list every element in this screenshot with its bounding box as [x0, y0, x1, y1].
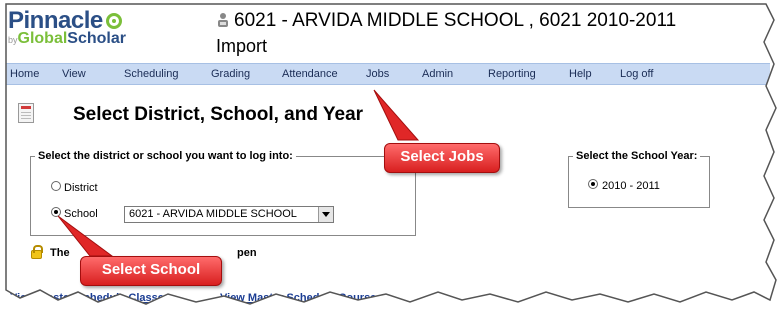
- logo-sub-scholar: Scholar: [67, 30, 126, 47]
- page-title: Select District, School, and Year: [73, 104, 364, 125]
- nav-home[interactable]: Home: [10, 68, 39, 80]
- year-label: 2010 - 2011: [602, 180, 660, 192]
- logo-by-text: by: [8, 35, 18, 45]
- school-title-text: 6021 - ARVIDA MIDDLE SCHOOL , 6021 2010-…: [234, 10, 677, 31]
- view-master-schedule-courses-link[interactable]: View Master Schedule Courses: [220, 292, 382, 304]
- nav-attendance[interactable]: Attendance: [282, 68, 338, 80]
- notice-text-end: pen: [237, 247, 257, 259]
- district-radio[interactable]: [51, 181, 61, 191]
- nav-view[interactable]: View: [62, 68, 86, 80]
- import-title: Import: [216, 36, 268, 56]
- user-icon: [218, 13, 228, 27]
- school-title: 6021 - ARVIDA MIDDLE SCHOOL , 6021 2010-…: [216, 10, 676, 32]
- nav-reporting[interactable]: Reporting: [488, 68, 536, 80]
- lock-icon: [31, 245, 43, 259]
- school-select[interactable]: 6021 - ARVIDA MIDDLE SCHOOL: [124, 206, 334, 223]
- nav-help[interactable]: Help: [569, 68, 592, 80]
- school-select-value: 6021 - ARVIDA MIDDLE SCHOOL: [129, 208, 297, 220]
- district-label: District: [64, 182, 98, 194]
- nav-log-off[interactable]: Log off: [620, 68, 653, 80]
- page-form-icon: [18, 103, 34, 123]
- logo-sub-global: Global: [17, 30, 68, 47]
- select-jobs-callout: Select Jobs: [384, 143, 500, 173]
- year-radio[interactable]: [588, 179, 598, 189]
- chevron-down-icon[interactable]: [318, 207, 333, 222]
- nav-scheduling[interactable]: Scheduling: [124, 68, 178, 80]
- year-legend: Select the School Year:: [576, 150, 698, 162]
- pinnacle-logo: Pinnacle byGlobalScholar: [8, 8, 188, 62]
- logo-mark-icon: [105, 13, 122, 29]
- select-school-callout: Select School: [80, 256, 222, 286]
- main-nav: Home View Scheduling Grading Attendance …: [6, 63, 770, 85]
- district-legend: Select the district or school you want t…: [38, 150, 293, 162]
- nav-jobs[interactable]: Jobs: [366, 68, 389, 80]
- school-radio[interactable]: [51, 207, 61, 217]
- view-master-schedule-classes-link[interactable]: View Master Schedule Classes: [10, 292, 170, 304]
- nav-grading[interactable]: Grading: [211, 68, 250, 80]
- notice-text-start: The: [50, 247, 70, 259]
- nav-admin[interactable]: Admin: [422, 68, 453, 80]
- school-label: School: [64, 208, 98, 220]
